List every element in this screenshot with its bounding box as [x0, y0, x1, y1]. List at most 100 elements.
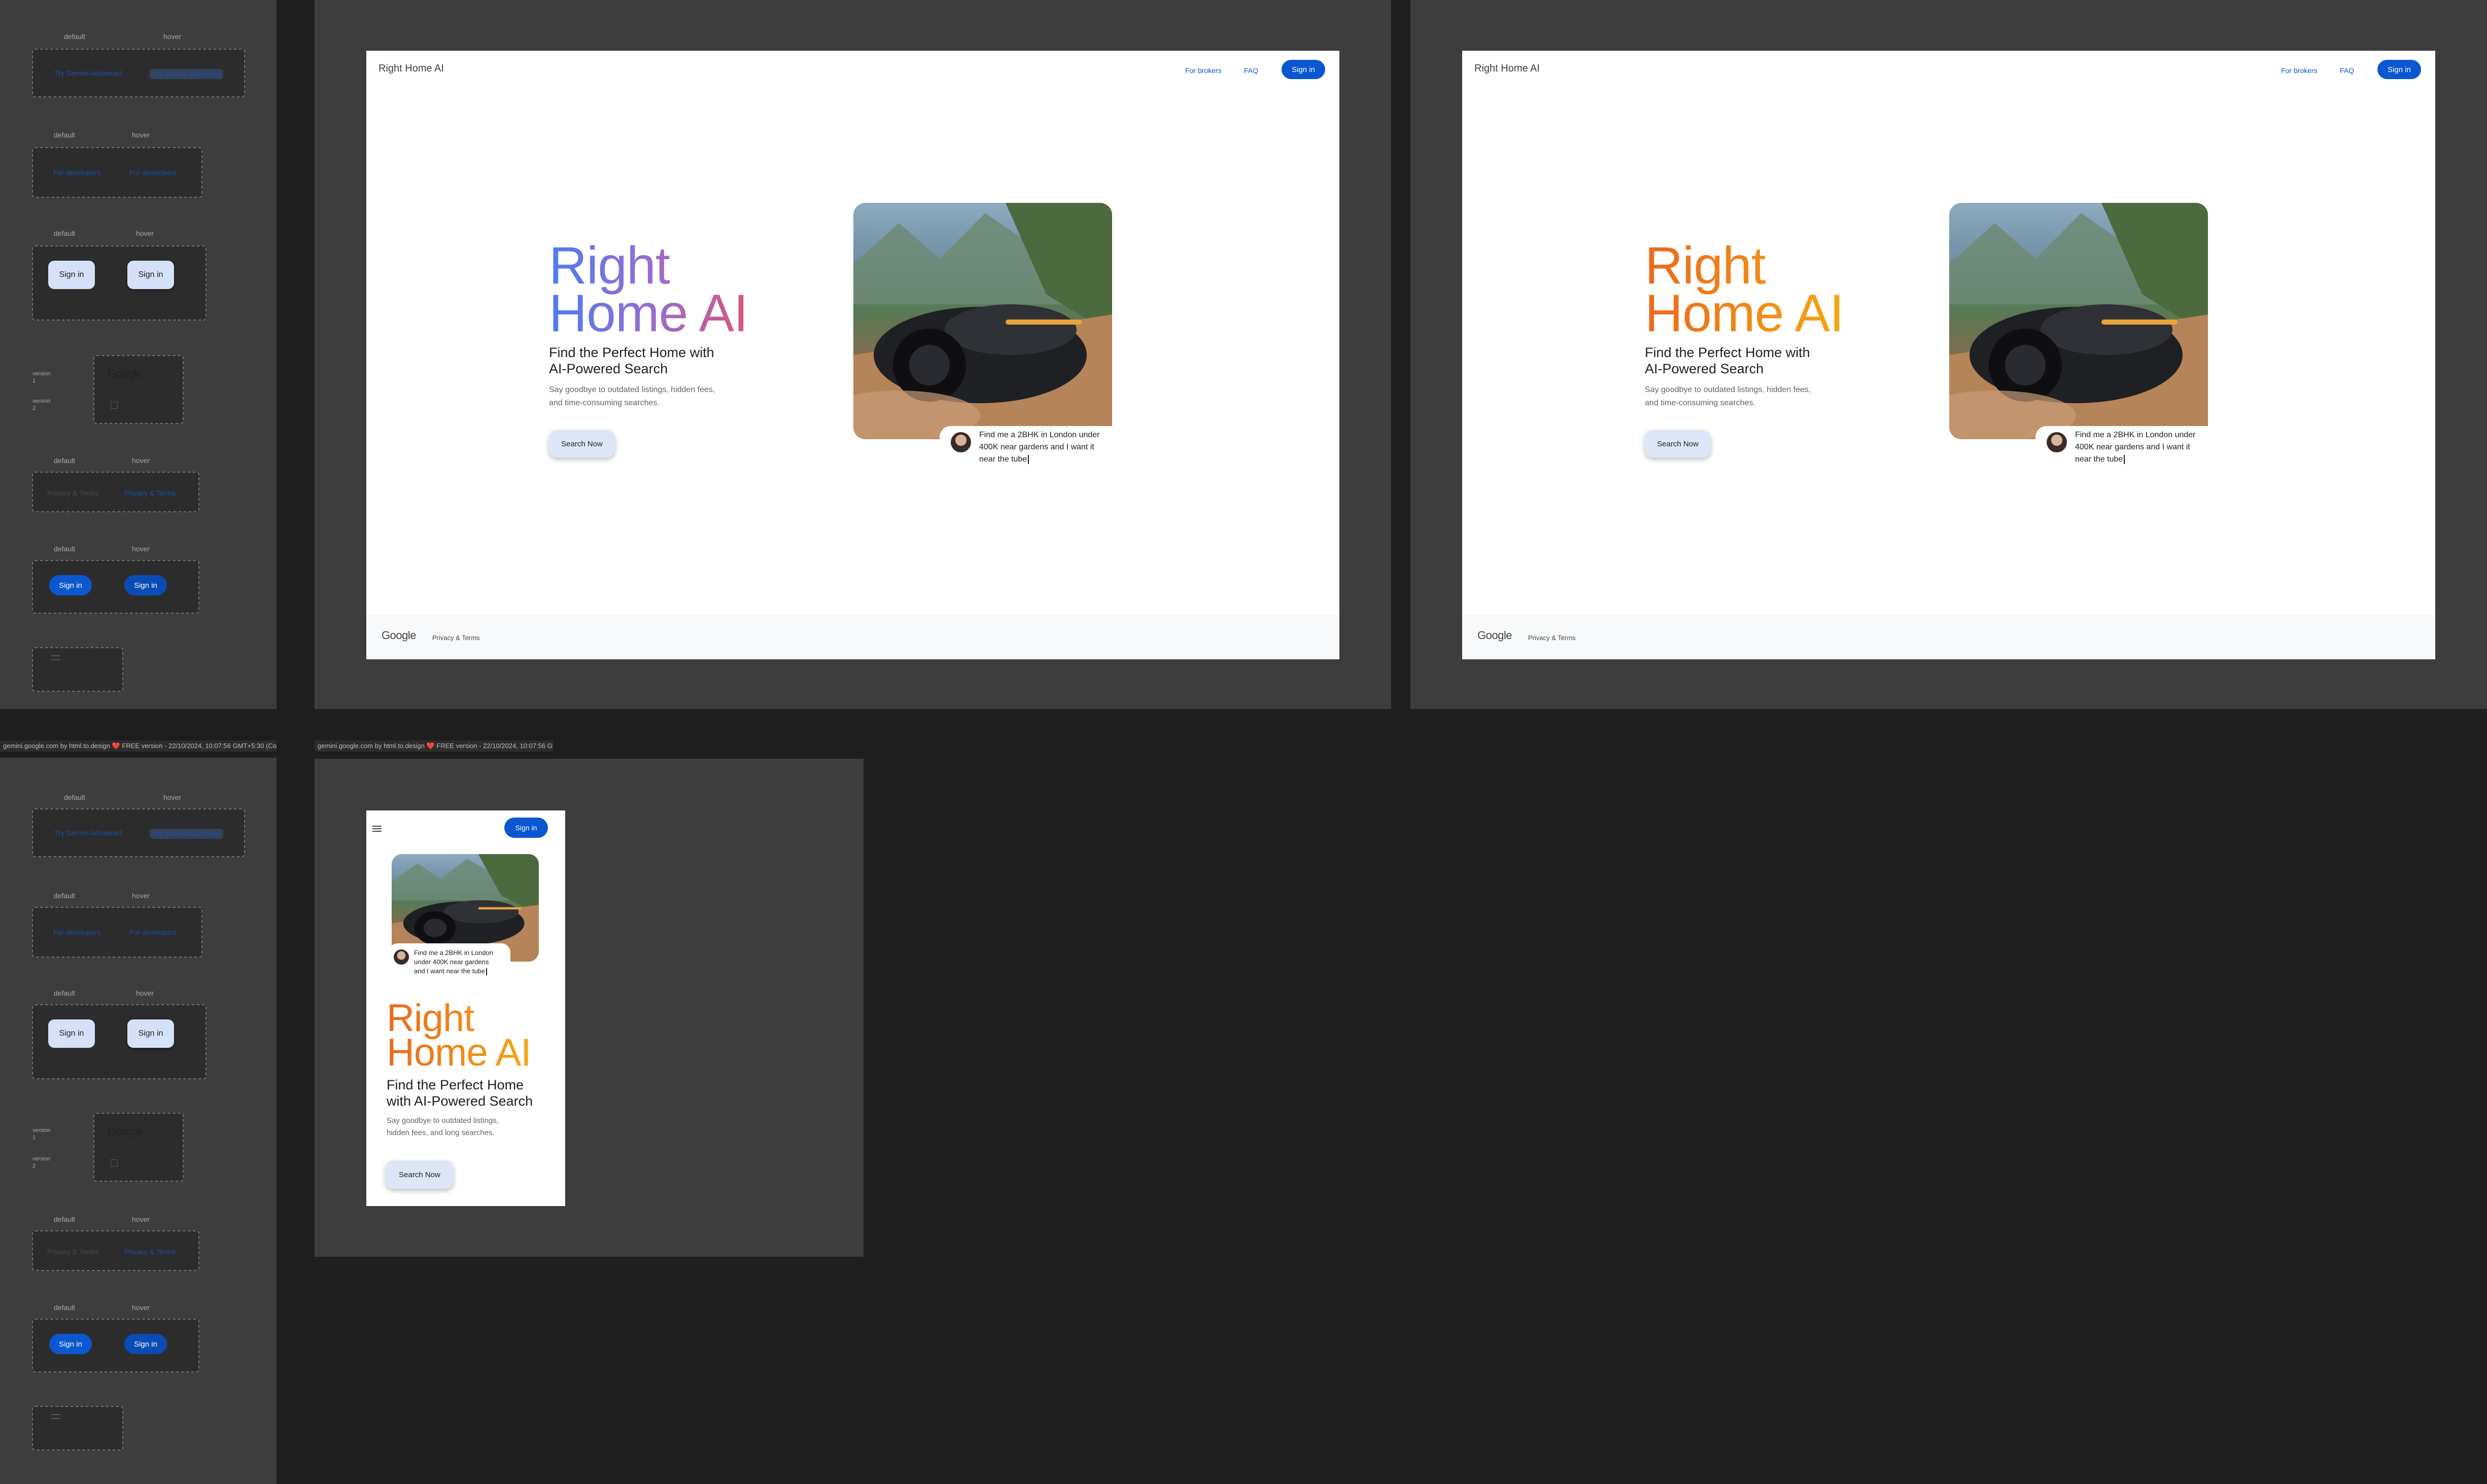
logo-placeholder-icon [111, 1159, 118, 1167]
hero-description: Say goodbye to outdated listings, hidden… [1645, 383, 1811, 409]
site-title[interactable]: Right Home AI [378, 63, 444, 75]
version-label-1: version 1 [32, 371, 51, 384]
components-frame-label: gemini.google.com by html.to.design ❤️ F… [0, 740, 277, 752]
hero-title-line-1: Right [1645, 236, 1766, 295]
nav-for-brokers[interactable]: For brokers [1185, 66, 1222, 75]
try-gemini-link-default[interactable]: Try Gemini Advanced [54, 69, 122, 77]
prompt-text: Find me a 2BHK in London under 400K near… [2075, 429, 2195, 466]
state-label-hover: hover [132, 1303, 150, 1312]
site-title[interactable]: Right Home AI [1474, 63, 1540, 75]
sign-in-blue-hover[interactable]: Sign in [124, 575, 167, 595]
google-logo: Google [108, 1125, 142, 1138]
user-avatar [951, 432, 971, 452]
sign-in-light-variant-set: Sign in Sign in [32, 245, 206, 321]
hero-description-line-2: and time-consuming searches. [1645, 398, 1755, 407]
hero-subtitle: Find the Perfect Home with AI-Powered Se… [549, 345, 714, 377]
for-developers-link-default[interactable]: For developers [53, 928, 100, 936]
mobile-hero-title: Right Home AI [387, 1001, 531, 1071]
sign-in-blue-default[interactable]: Sign in [49, 1334, 92, 1354]
nav-faq[interactable]: FAQ [2340, 66, 2354, 75]
privacy-terms-link-hover[interactable]: Privacy & Terms [124, 1248, 176, 1256]
footer-google-logo: Google [1477, 629, 1512, 642]
hero-title-line-2: Home AI [1645, 284, 1844, 343]
menu-placeholder-icon [51, 655, 60, 660]
hero-car-image [853, 203, 1112, 439]
user-avatar [2047, 432, 2067, 452]
sign-in-blue-variant-set: Sign in Sign in [32, 1319, 199, 1372]
sign-in-light-hover[interactable]: Sign in [127, 1019, 174, 1048]
prompt-line-3: near the tube [2075, 453, 2195, 466]
version-label-2: version 2 [32, 1156, 51, 1169]
state-label-default: default [54, 545, 76, 553]
search-now-button[interactable]: Search Now [549, 430, 615, 457]
sign-in-light-default[interactable]: Sign in [48, 1019, 95, 1048]
sign-in-button[interactable]: Sign in [2377, 60, 2421, 79]
version-label-1: version 1 [32, 1127, 51, 1141]
sign-in-blue-hover[interactable]: Sign in [124, 1334, 167, 1354]
privacy-terms-link-default[interactable]: Privacy & Terms [47, 1248, 98, 1256]
car-scene-illustration [1949, 203, 2208, 439]
privacy-terms-link-hover[interactable]: Privacy & Terms [124, 489, 176, 497]
car-scene-illustration [853, 203, 1112, 439]
footer-privacy-link[interactable]: Privacy & Terms [432, 634, 480, 642]
state-label-default: default [54, 229, 76, 237]
components-panel-bottom: default hover Try Gemini Advanced Try Ge… [0, 758, 277, 1484]
mobile-frame-label: gemini.google.com by html.to.design ❤️ F… [315, 740, 553, 752]
hero-title-line-1: Right [549, 236, 670, 295]
google-logo-variant-set: Google [93, 1113, 184, 1182]
mobile-prompt-card: Find me a 2BHK in London under 400K near… [389, 943, 510, 984]
desktop-frame-orange: Right Home AI For brokers FAQ Sign in Ri… [1410, 0, 2487, 709]
hero-description-line-2: and time-consuming searches. [549, 398, 660, 407]
prompt-line-2: under 400K near gardens [414, 958, 489, 966]
google-logo: Google [108, 367, 142, 380]
nav-for-brokers[interactable]: For brokers [2281, 66, 2318, 75]
state-label-default: default [54, 892, 76, 900]
state-label-hover: hover [132, 1215, 150, 1223]
hamburger-icon[interactable] [372, 826, 382, 832]
prompt-line-1: Find me a 2BHK in London under [2075, 431, 2196, 439]
hero-title: Right Home AI [1645, 242, 1844, 337]
text-cursor [2124, 454, 2125, 464]
hero-subtitle-line-2: AI-Powered Search [1645, 361, 1764, 376]
mobile-search-now-button[interactable]: Search Now [386, 1160, 454, 1189]
try-gemini-link-hover[interactable]: Try Gemini Advanced [150, 69, 224, 79]
for-developers-link-hover[interactable]: For developers [129, 928, 177, 936]
try-gemini-link-default[interactable]: Try Gemini Advanced [54, 829, 122, 837]
prompt-card: Find me a 2BHK in London under 400K near… [940, 426, 1122, 477]
text-cursor [1028, 454, 1029, 464]
prompt-line-1: Find me a 2BHK in London [414, 949, 494, 957]
menu-icon-variant [32, 1406, 123, 1451]
privacy-terms-link-default[interactable]: Privacy & Terms [47, 489, 98, 497]
state-label-hover: hover [163, 793, 182, 801]
footer-privacy-link[interactable]: Privacy & Terms [1528, 634, 1576, 642]
search-now-button[interactable]: Search Now [1645, 430, 1711, 457]
user-avatar [394, 949, 409, 965]
state-label-default: default [54, 1215, 76, 1223]
hero-subtitle-line-2: AI-Powered Search [549, 361, 668, 376]
state-label-hover: hover [136, 989, 154, 997]
prompt-card: Find me a 2BHK in London under 400K near… [2035, 426, 2218, 477]
try-gemini-variant-set: Try Gemini Advanced Try Gemini Advanced [32, 49, 245, 97]
prompt-line-3: and I want near the tube [414, 967, 493, 976]
hero-subtitle-line-1: Find the Perfect Home with [1645, 345, 1810, 360]
privacy-terms-variant-set: Privacy & Terms Privacy & Terms [32, 472, 199, 512]
sign-in-button[interactable]: Sign in [1282, 60, 1325, 79]
nav-faq[interactable]: FAQ [1244, 66, 1258, 75]
sign-in-light-default[interactable]: Sign in [48, 261, 95, 289]
state-label-default: default [54, 131, 76, 139]
sign-in-blue-default[interactable]: Sign in [49, 575, 92, 595]
sign-in-blue-variant-set: Sign in Sign in [32, 560, 199, 614]
prompt-line-2: 400K near gardens and I want it [2075, 443, 2190, 451]
mobile-sign-in-button[interactable]: Sign in [504, 818, 548, 838]
for-developers-link-hover[interactable]: For developers [129, 168, 177, 176]
prompt-text: Find me a 2BHK in London under 400K near… [979, 429, 1099, 466]
mobile-prompt-text: Find me a 2BHK in London under 400K near… [414, 948, 493, 976]
text-cursor [486, 968, 488, 975]
prompt-line-1: Find me a 2BHK in London under [979, 431, 1100, 439]
sign-in-light-hover[interactable]: Sign in [127, 261, 174, 289]
hero-title-line-2: Home AI [549, 284, 748, 343]
version-label-2: version 2 [32, 398, 51, 411]
try-gemini-link-hover[interactable]: Try Gemini Advanced [150, 829, 224, 839]
state-label-hover: hover [132, 545, 150, 553]
for-developers-link-default[interactable]: For developers [53, 168, 100, 176]
